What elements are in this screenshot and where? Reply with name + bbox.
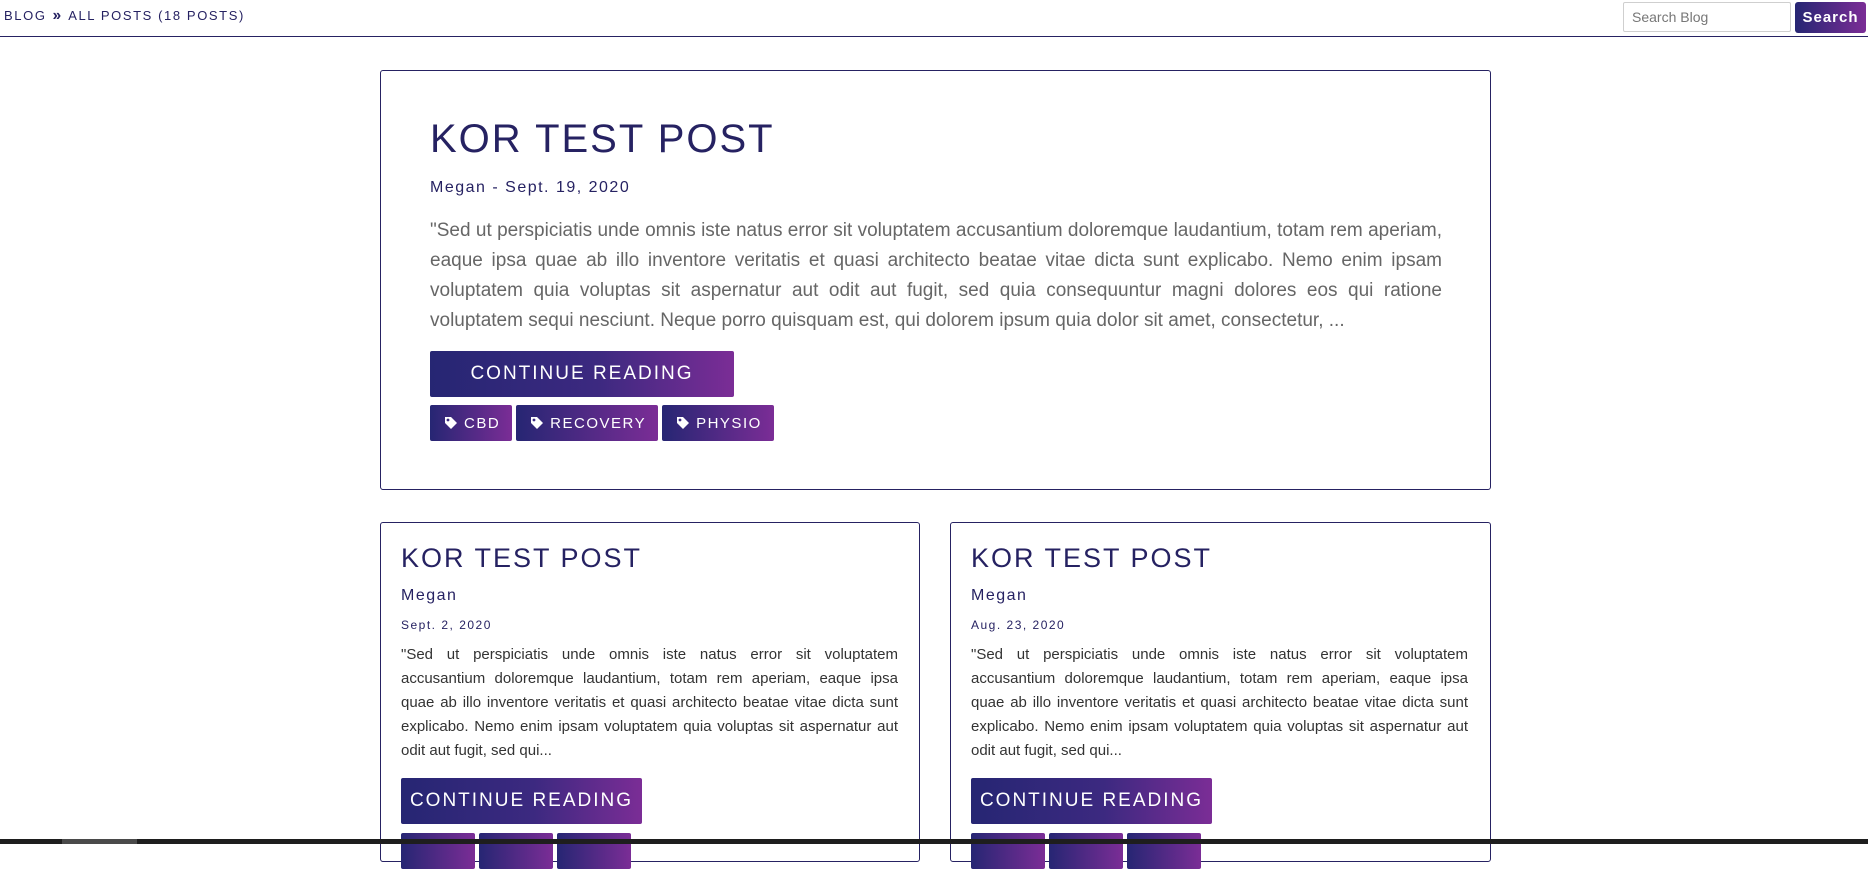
- continue-reading-button[interactable]: CONTINUE READING: [430, 351, 734, 397]
- breadcrumb: BLOG ›› ALL POSTS (18 POSTS): [4, 7, 245, 24]
- post-card: KOR TEST POST Megan Sept. 2, 2020 "Sed u…: [380, 522, 920, 869]
- continue-reading-button[interactable]: CONTINUE READING: [401, 778, 642, 824]
- post-excerpt: "Sed ut perspiciatis unde omnis iste nat…: [401, 646, 898, 759]
- post-date: Sept. 2, 2020: [401, 618, 492, 632]
- breadcrumb-current: ALL POSTS (18 POSTS): [68, 8, 245, 23]
- horizontal-scrollbar[interactable]: [0, 839, 1868, 844]
- search-input[interactable]: [1623, 2, 1791, 32]
- breadcrumb-blog-link[interactable]: BLOG: [4, 8, 47, 23]
- post-author: Megan: [401, 587, 458, 604]
- post-author: Megan: [971, 587, 1028, 604]
- tag-label: PHYSIO: [696, 414, 762, 432]
- tag-label: CBD: [464, 414, 501, 432]
- tag-cbd[interactable]: CBD: [430, 405, 513, 441]
- search-button[interactable]: Search: [1795, 2, 1866, 33]
- tag-label: RECOVERY: [550, 414, 647, 432]
- post-meta: Megan - Sept. 19, 2020: [430, 179, 631, 196]
- post-title[interactable]: KOR TEST POST: [430, 117, 775, 162]
- tag-icon: [531, 417, 544, 429]
- tag-icon: [445, 417, 457, 429]
- double-chevron-right-icon: ››: [52, 7, 62, 24]
- post-excerpt: "Sed ut perspiciatis unde omnis iste nat…: [430, 220, 1442, 331]
- tag-recovery[interactable]: RECOVERY: [516, 405, 659, 441]
- scrollbar-thumb[interactable]: [62, 839, 137, 844]
- post-card: KOR TEST POST Megan Aug. 23, 2020 "Sed u…: [950, 522, 1491, 869]
- tag-physio[interactable]: PHYSIO: [662, 405, 774, 441]
- post-title[interactable]: KOR TEST POST: [971, 543, 1212, 574]
- tag-icon: [677, 417, 690, 429]
- post-title[interactable]: KOR TEST POST: [401, 543, 642, 574]
- post-excerpt: "Sed ut perspiciatis unde omnis iste nat…: [971, 646, 1468, 759]
- continue-reading-button[interactable]: CONTINUE READING: [971, 778, 1212, 824]
- tag-list: CBD RECOVERY PHYSIO: [430, 405, 774, 441]
- top-bar: BLOG ›› ALL POSTS (18 POSTS) Search: [0, 0, 1868, 37]
- post-date: Aug. 23, 2020: [971, 618, 1066, 632]
- featured-post-card: KOR TEST POST Megan - Sept. 19, 2020 "Se…: [380, 70, 1491, 490]
